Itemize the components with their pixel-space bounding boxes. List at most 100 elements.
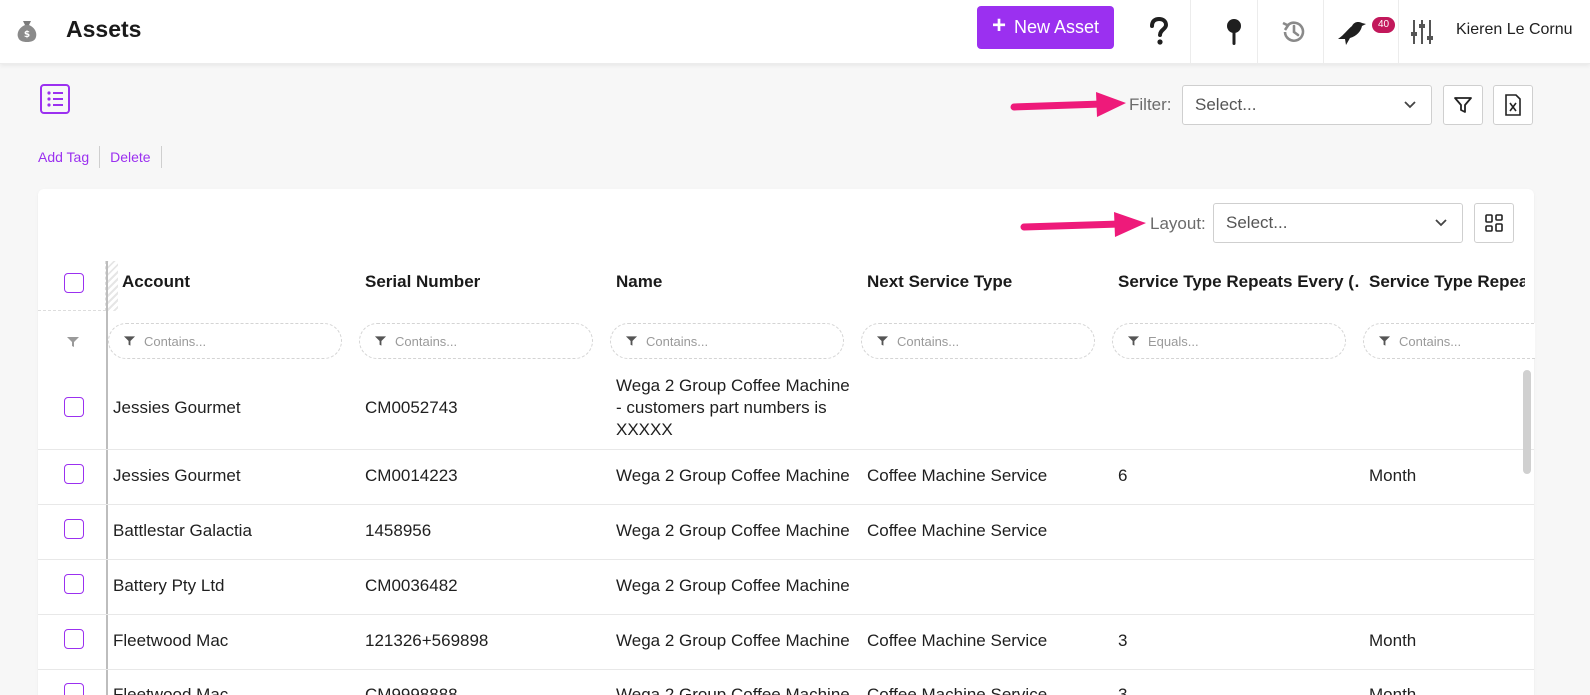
cell-name[interactable]: Wega 2 Group Coffee Machine <box>616 466 850 486</box>
filter-input-service-repeats-every[interactable]: Equals... <box>1112 323 1346 359</box>
cell-account[interactable]: Jessies Gourmet <box>113 398 241 418</box>
cell-account[interactable]: Jessies Gourmet <box>113 466 241 486</box>
header-divider <box>1257 0 1258 64</box>
history-button[interactable] <box>1264 8 1324 56</box>
funnel-icon <box>1454 97 1472 113</box>
row-checkbox[interactable] <box>64 397 84 417</box>
column-header-service-repeats-every[interactable]: Service Type Repeats Every (… <box>1118 272 1360 292</box>
cell-serial-number[interactable]: 1458956 <box>365 521 431 541</box>
filter-placeholder: Contains... <box>897 333 960 349</box>
header-divider <box>1190 0 1191 64</box>
annotation-arrow-icon <box>1010 92 1126 117</box>
layout-select[interactable]: Select... <box>1213 203 1463 243</box>
add-tag-link[interactable]: Add Tag <box>38 146 101 168</box>
notifications-button[interactable] <box>1322 8 1382 56</box>
cell-name[interactable]: Wega 2 Group Coffee Machine <box>616 521 850 541</box>
cell-serial-number[interactable]: CM9998888 <box>365 685 458 695</box>
filter-label: Filter: <box>1129 95 1172 114</box>
layout-grid-button[interactable] <box>1474 203 1514 243</box>
layout-select-value: Select... <box>1226 213 1288 232</box>
cell-name[interactable]: Wega 2 Group Coffee Machine <box>616 576 850 596</box>
filter-placeholder: Contains... <box>1399 333 1462 349</box>
filter-select[interactable]: Select... <box>1182 85 1432 125</box>
help-button[interactable] <box>1129 8 1189 56</box>
cell-service-repeats-every[interactable]: 3 <box>1118 631 1127 651</box>
new-asset-label: New Asset <box>1013 17 1100 37</box>
filter-input-serial-number[interactable]: Contains... <box>359 323 593 359</box>
cell-serial-number[interactable]: CM0036482 <box>365 576 458 596</box>
header-divider <box>1398 0 1399 64</box>
layout-label: Layout: <box>1150 214 1206 233</box>
new-asset-button[interactable]: + New Asset <box>977 6 1114 49</box>
cell-next-service-type[interactable]: Coffee Machine Service <box>867 631 1047 651</box>
page-title: Assets <box>66 16 142 42</box>
pinned-column-line <box>106 261 108 695</box>
cell-service-repeats-interval[interactable]: Month <box>1369 685 1416 695</box>
filter-input-account[interactable]: Contains... <box>108 323 342 359</box>
bulk-actions: Add Tag Delete <box>38 146 162 168</box>
cell-service-repeats-interval[interactable]: Month <box>1369 466 1416 486</box>
annotation-arrow-icon <box>1020 212 1146 237</box>
question-mark-icon <box>1150 17 1169 45</box>
list-view-button[interactable] <box>40 84 70 114</box>
top-bar: $ Assets + New Asset 40 Kieren Le Cornu <box>0 0 1590 64</box>
plus-icon: + <box>991 12 1006 39</box>
row-checkbox[interactable] <box>64 519 84 539</box>
funnel-icon <box>625 336 638 346</box>
cell-name[interactable]: Wega 2 Group Coffee Machine <box>616 631 850 651</box>
cell-service-repeats-interval[interactable]: Month <box>1369 631 1416 651</box>
settings-button[interactable] <box>1400 8 1444 56</box>
map-pin-icon <box>1227 19 1241 45</box>
cell-account[interactable]: Fleetwood Mac <box>113 685 228 695</box>
select-all-checkbox[interactable] <box>64 273 84 293</box>
cell-service-repeats-every[interactable]: 3 <box>1118 685 1127 695</box>
row-checkbox[interactable] <box>64 629 84 649</box>
chevron-down-icon <box>1435 219 1447 227</box>
row-checkbox[interactable] <box>64 574 84 594</box>
grid-scrollbar[interactable] <box>1523 370 1531 474</box>
delete-link[interactable]: Delete <box>100 146 162 168</box>
filter-placeholder: Contains... <box>395 333 458 349</box>
filter-button[interactable] <box>1443 85 1483 125</box>
row-divider <box>38 449 1534 450</box>
cell-next-service-type[interactable]: Coffee Machine Service <box>867 466 1047 486</box>
column-header-account[interactable]: Account <box>122 272 352 292</box>
sliders-icon <box>1411 20 1433 44</box>
export-excel-button[interactable] <box>1493 85 1533 125</box>
row-divider <box>38 614 1534 615</box>
filter-input-name[interactable]: Contains... <box>610 323 844 359</box>
row-divider <box>38 669 1534 670</box>
cell-account[interactable]: Battlestar Galactia <box>113 521 252 541</box>
list-icon <box>47 91 63 107</box>
cell-next-service-type[interactable]: Coffee Machine Service <box>867 685 1047 695</box>
cell-service-repeats-every[interactable]: 6 <box>1118 466 1127 486</box>
cell-name[interactable]: Wega 2 Group Coffee Machine - customers … <box>616 375 856 441</box>
row-divider <box>38 504 1534 505</box>
location-button[interactable] <box>1204 8 1264 56</box>
notification-badge: 40 <box>1372 17 1396 33</box>
column-header-service-repeats-interval[interactable]: Service Type Repeats I <box>1369 272 1525 292</box>
funnel-icon <box>123 336 136 346</box>
column-header-serial-number[interactable]: Serial Number <box>365 272 595 292</box>
filter-placeholder: Equals... <box>1148 333 1199 349</box>
column-header-next-service-type[interactable]: Next Service Type <box>867 272 1097 292</box>
cell-serial-number[interactable]: CM0014223 <box>365 466 458 486</box>
cell-account[interactable]: Battery Pty Ltd <box>113 576 225 596</box>
cell-name[interactable]: Wega 2 Group Coffee Machine <box>616 685 850 695</box>
row-checkbox[interactable] <box>64 683 84 695</box>
filter-input-service-repeats-interval[interactable]: Contains... <box>1363 323 1535 359</box>
money-bag-icon: $ <box>17 21 37 42</box>
user-name[interactable]: Kieren Le Cornu <box>1456 21 1573 39</box>
cell-serial-number[interactable]: 121326+569898 <box>365 631 488 651</box>
chevron-down-icon <box>1404 101 1416 109</box>
cell-next-service-type[interactable]: Coffee Machine Service <box>867 521 1047 541</box>
filter-input-next-service-type[interactable]: Contains... <box>861 323 1095 359</box>
funnel-icon <box>876 336 889 346</box>
row-checkbox[interactable] <box>64 464 84 484</box>
funnel-icon <box>1127 336 1140 346</box>
cell-account[interactable]: Fleetwood Mac <box>113 631 228 651</box>
history-icon <box>1282 21 1305 42</box>
cell-serial-number[interactable]: CM0052743 <box>365 398 458 418</box>
column-header-name[interactable]: Name <box>616 272 846 292</box>
funnel-icon <box>1378 336 1391 346</box>
